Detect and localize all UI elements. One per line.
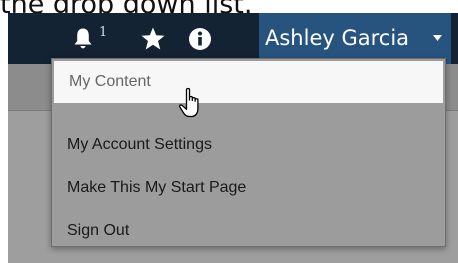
menu-item-start-page[interactable]: Make This My Start Page [52, 166, 445, 209]
menu-item-account-settings[interactable]: My Account Settings [52, 123, 445, 166]
bell-icon[interactable] [72, 27, 94, 49]
menu-item-my-content[interactable]: My Content [54, 61, 443, 103]
chevron-down-icon [433, 35, 442, 41]
star-icon[interactable] [140, 26, 166, 52]
user-menu-button[interactable]: Ashley Garcia [259, 13, 451, 64]
notification-count-badge: 1 [99, 25, 108, 40]
top-navigation-bar: 1 Ashley Garcia [8, 13, 458, 64]
user-dropdown-menu: My Content My Account Settings Make This… [51, 58, 446, 247]
menu-item-sign-out[interactable]: Sign Out [52, 209, 445, 252]
app-screen: 1 Ashley Garcia My Content My Account Se… [8, 13, 458, 263]
info-icon[interactable] [188, 27, 212, 51]
user-name: Ashley Garcia [265, 26, 410, 50]
hand-cursor-icon [178, 87, 199, 118]
